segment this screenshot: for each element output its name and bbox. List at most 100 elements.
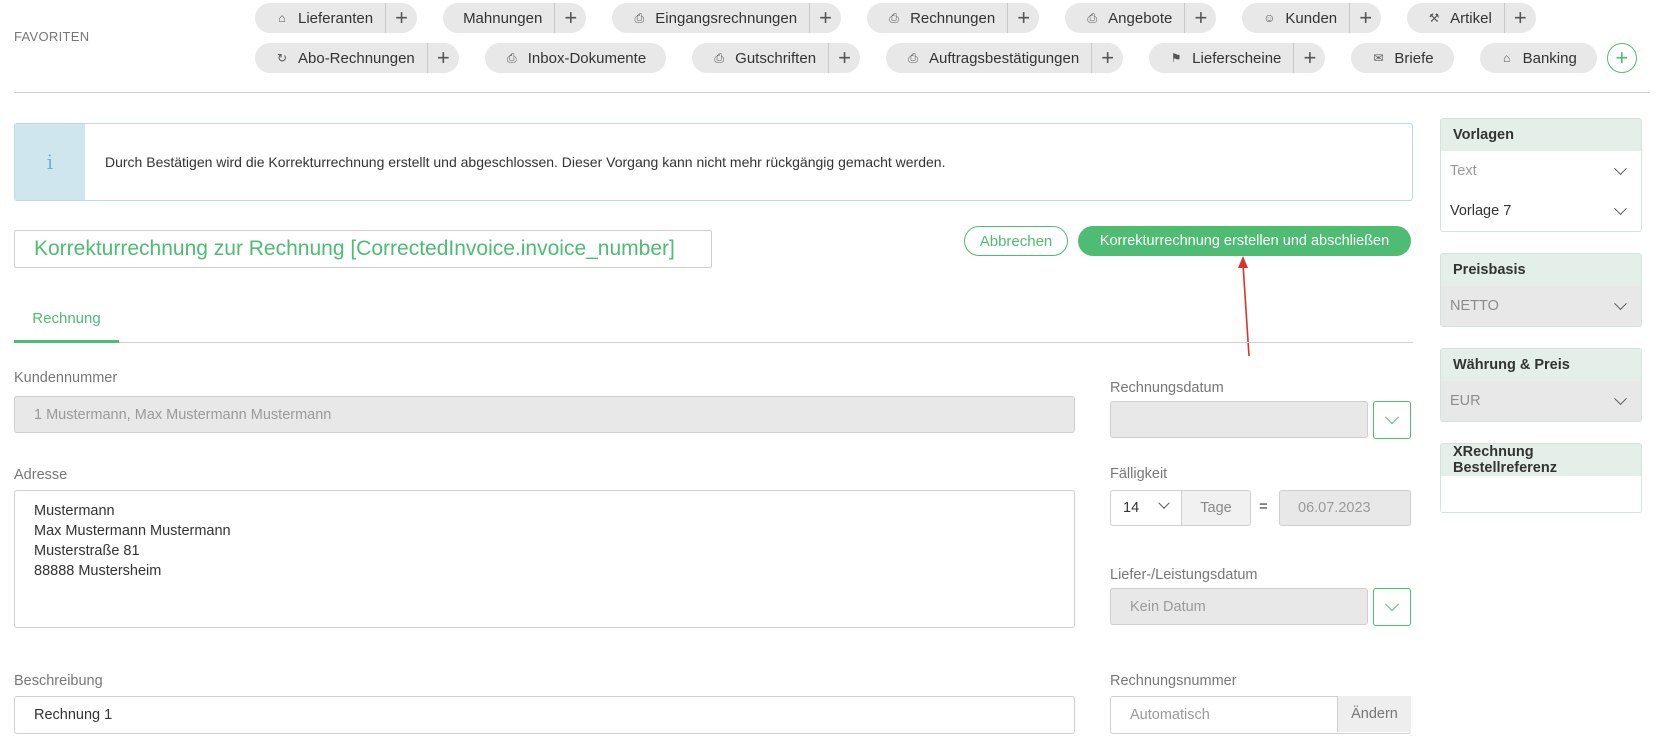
customers-icon: ☺ [1263,11,1276,25]
address-label: Adresse [14,467,68,483]
chevron-down-icon [1614,161,1627,175]
description-input[interactable]: Rechnung 1 [14,696,1075,734]
info-notice: i Durch Bestätigen wird die Korrekturrec… [14,123,1413,201]
chevron-down-icon [1614,201,1627,215]
address-textarea[interactable]: Mustermann Max Mustermann Mustermann Mus… [14,490,1075,628]
favorites-row-2: ↻ Abo-Rechnungen + ⎙ Inbox-Dokumente ⎙ Gutschr… [255,43,1637,73]
add-icon[interactable]: + [554,3,586,33]
favorite-label: Auftragsbestätigungen [929,49,1080,67]
letter-icon: ✉ [1373,51,1384,65]
price-basis-value: NETTO [1450,298,1499,314]
address-line: Musterstraße 81 [34,543,140,559]
favorite-label: Rechnungen [910,9,996,27]
favorite-link[interactable]: ⎙ Eingangsrechnungen [612,3,809,33]
add-icon[interactable]: + [426,43,459,73]
bank-icon: ⌂ [1502,51,1511,65]
add-favorite-button[interactable]: + [1606,43,1637,73]
invoice-date-picker-button[interactable] [1373,401,1411,439]
customer-number-field: 1 Mustermann, Max Mustermann Mustermann [14,396,1075,433]
favorite-link[interactable]: ⎙ Auftragsbestätigungen [886,43,1091,73]
favorite-lieferanten: ⌂ Lieferanten + [255,3,418,33]
xrechnung-input[interactable] [1441,476,1641,512]
favorite-link[interactable]: Mahnungen [443,3,554,33]
delivery-date-picker-button[interactable] [1373,588,1411,626]
currency-value: EUR [1450,393,1481,409]
create-and-finalize-button[interactable]: Korrekturrechnung erstellen und abschlie… [1078,226,1411,256]
favorite-label: Mahnungen [463,9,543,27]
favorite-rechnungen: ⎙ Rechnungen + [867,3,1040,33]
template-value: Vorlage 7 [1450,203,1512,219]
document-title-input[interactable]: Korrekturrechnung zur Rechnung [Correcte… [14,230,712,268]
due-label: Fälligkeit [1110,466,1168,482]
address-line: Max Mustermann Mustermann [34,523,231,539]
inbox-document-icon: ⎙ [506,51,517,65]
favorite-label: Angebote [1108,9,1173,27]
add-icon[interactable]: + [1503,3,1536,33]
favorite-link[interactable]: ⎙ Angebote [1065,3,1184,33]
article-icon: ⚒ [1428,11,1440,25]
delivery-date-label: Liefer-/Leistungsdatum [1110,567,1258,583]
text-template-value: Text [1450,163,1477,179]
add-icon[interactable]: + [809,3,841,33]
favorite-label: Lieferscheine [1192,49,1282,67]
order-confirmation-icon: ⎙ [908,51,918,65]
favorite-link[interactable]: ↻ Abo-Rechnungen [255,43,427,73]
text-template-select[interactable]: Text [1441,151,1641,191]
templates-title: Vorlagen [1441,119,1641,151]
divider [14,92,1650,93]
favorite-link[interactable]: ☺ Kunden [1242,3,1349,33]
tab-rechnung[interactable]: Rechnung [14,300,119,343]
chevron-down-icon [1158,497,1170,509]
favorite-label: Inbox-Dokumente [527,49,647,67]
invoice-icon: ⎙ [889,11,899,25]
templates-panel: Vorlagen Text Vorlage 7 [1440,118,1642,232]
favorites-label: FAVORITEN [14,29,90,44]
add-icon[interactable]: + [1349,3,1381,33]
favorite-label: Banking [1522,49,1577,67]
description-label: Beschreibung [14,673,103,689]
price-basis-panel: Preisbasis NETTO [1440,253,1642,327]
offer-icon: ⎙ [1087,11,1097,25]
due-days-value: 14 [1123,500,1140,516]
currency-panel: Währung & Preis EUR [1440,348,1642,422]
chevron-down-icon [1384,597,1400,612]
invoice-date-label: Rechnungsdatum [1110,380,1224,396]
cancel-button[interactable]: Abbrechen [964,226,1068,256]
favorite-link[interactable]: ⚑ Lieferscheine [1149,43,1293,73]
favorite-link[interactable]: ⎙ Inbox-Dokumente [485,43,666,73]
subscription-invoice-icon: ↻ [276,51,288,65]
price-basis-title: Preisbasis [1441,254,1641,286]
add-icon[interactable]: + [1091,43,1123,73]
favorite-link[interactable]: ⚒ Artikel [1407,3,1504,33]
favorite-link[interactable]: ⌂ Banking [1480,43,1597,73]
favorite-inbox-dokumente: ⎙ Inbox-Dokumente [484,43,667,73]
add-icon[interactable]: + [385,3,417,33]
favorite-banking: ⌂ Banking [1479,43,1597,73]
due-unit: Tage [1181,490,1251,526]
chevron-down-icon [1614,296,1627,310]
invoice-number-label: Rechnungsnummer [1110,673,1237,689]
add-icon[interactable]: + [1007,3,1039,33]
price-basis-select[interactable]: NETTO [1441,286,1641,326]
favorite-label: Briefe [1394,49,1434,67]
favorite-link[interactable]: ⎙ Rechnungen [867,3,1007,33]
favorite-label: Kunden [1285,9,1338,27]
address-line: 88888 Mustersheim [34,563,162,579]
add-icon[interactable]: + [828,43,860,73]
currency-select[interactable]: EUR [1441,381,1641,421]
due-days-select[interactable]: 14 [1110,490,1182,526]
add-icon[interactable]: + [1293,43,1325,73]
favorite-label: Lieferanten [298,9,374,27]
add-icon[interactable]: + [1184,3,1216,33]
favorite-link[interactable]: ⌂ Lieferanten [255,3,385,33]
favorite-link[interactable]: ✉ Briefe [1351,43,1453,73]
template-select[interactable]: Vorlage 7 [1441,191,1641,231]
chevron-down-icon [1384,410,1400,425]
xrechnung-title: XRechnung Bestellreferenz [1441,444,1641,476]
info-icon: i [15,124,85,200]
favorite-link[interactable]: ⎙ Gutschriften [692,43,828,73]
due-date-field: 06.07.2023 [1279,490,1411,526]
invoice-number-change-button[interactable]: Ändern [1337,696,1411,732]
delivery-date-field: Kein Datum [1110,588,1368,625]
favorite-artikel: ⚒ Artikel + [1407,3,1536,33]
